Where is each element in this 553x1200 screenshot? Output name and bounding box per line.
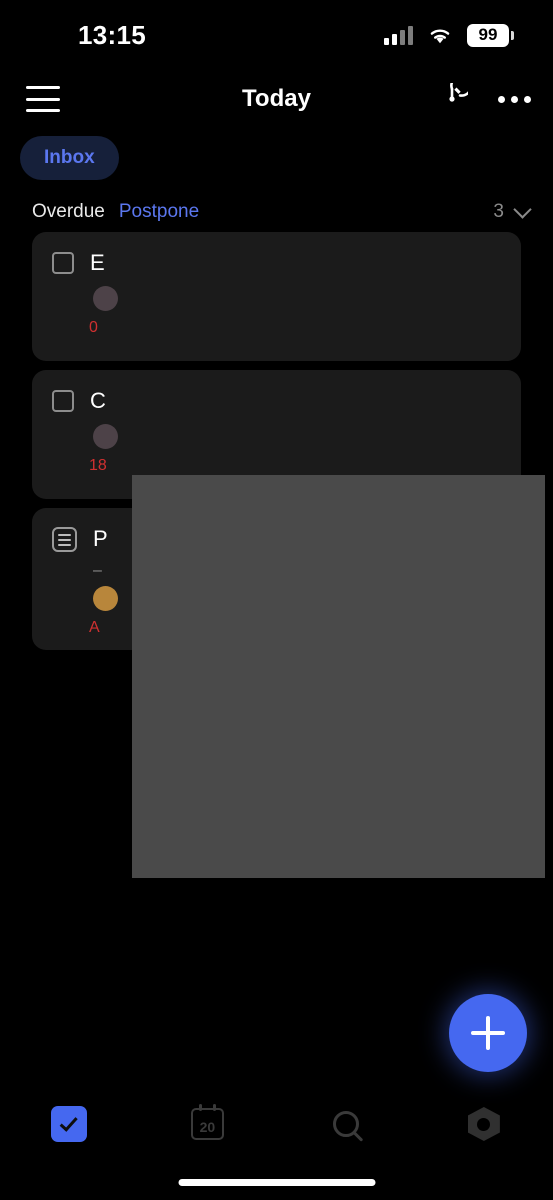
plus-icon-bar	[471, 1031, 505, 1035]
content-overlay	[132, 475, 545, 878]
task-list: E 0 C 18 P – A	[32, 232, 545, 878]
status-clock: 13:15	[78, 19, 146, 50]
pencil-circle-icon[interactable]	[436, 83, 468, 115]
section-header-overdue: Overdue Postpone 3	[0, 196, 553, 228]
wifi-icon	[430, 28, 450, 43]
nav-actions	[436, 83, 531, 115]
calendar-day: 20	[199, 1119, 216, 1135]
avatar	[93, 286, 118, 311]
task-row[interactable]: E 0	[32, 232, 521, 361]
tab-search[interactable]	[277, 1088, 415, 1160]
task-due-date: 0	[89, 319, 98, 336]
task-header: E	[52, 250, 501, 276]
avatar	[93, 424, 118, 449]
search-icon	[332, 1111, 359, 1137]
settings-gear-icon	[467, 1107, 500, 1141]
checkbox-icon[interactable]	[52, 252, 74, 274]
filter-chip-inbox[interactable]: Inbox	[20, 136, 119, 180]
task-due-date: 18	[89, 457, 107, 474]
phone-screen: 13:15 99 Today Inbox Overdue Postpone 3 …	[0, 0, 553, 1200]
more-options-icon[interactable]	[498, 95, 531, 103]
home-indicator	[178, 1179, 375, 1186]
postpone-button[interactable]: Postpone	[119, 201, 199, 223]
chevron-down-icon[interactable]	[513, 200, 532, 219]
top-navigation-bar: Today	[0, 70, 553, 128]
section-count: 3	[493, 201, 504, 222]
tab-calendar[interactable]: 20	[138, 1088, 276, 1160]
checkbox-icon[interactable]	[52, 390, 74, 412]
section-header-left: Overdue Postpone	[32, 201, 199, 223]
checklist-icon[interactable]	[52, 527, 77, 552]
task-title: C	[90, 388, 106, 413]
tab-settings[interactable]	[415, 1088, 553, 1160]
tasks-checkbox-icon	[51, 1106, 88, 1142]
section-title: Overdue	[32, 201, 105, 222]
hamburger-menu-icon[interactable]	[26, 86, 60, 112]
avatar	[93, 586, 118, 611]
battery-icon: 99	[467, 23, 514, 47]
task-title: P	[93, 526, 108, 551]
cellular-signal-icon	[384, 25, 413, 45]
bottom-tab-bar: 20	[0, 1088, 553, 1160]
section-header-right[interactable]: 3	[493, 200, 532, 223]
status-indicators: 99	[384, 23, 514, 47]
task-title: E	[90, 250, 105, 275]
task-header: C	[52, 388, 501, 414]
calendar-icon: 20	[190, 1104, 224, 1140]
filter-chip-row: Inbox	[20, 136, 119, 180]
status-bar: 13:15 99	[0, 0, 553, 70]
tab-tasks[interactable]	[0, 1088, 138, 1160]
add-task-button[interactable]	[449, 994, 527, 1072]
